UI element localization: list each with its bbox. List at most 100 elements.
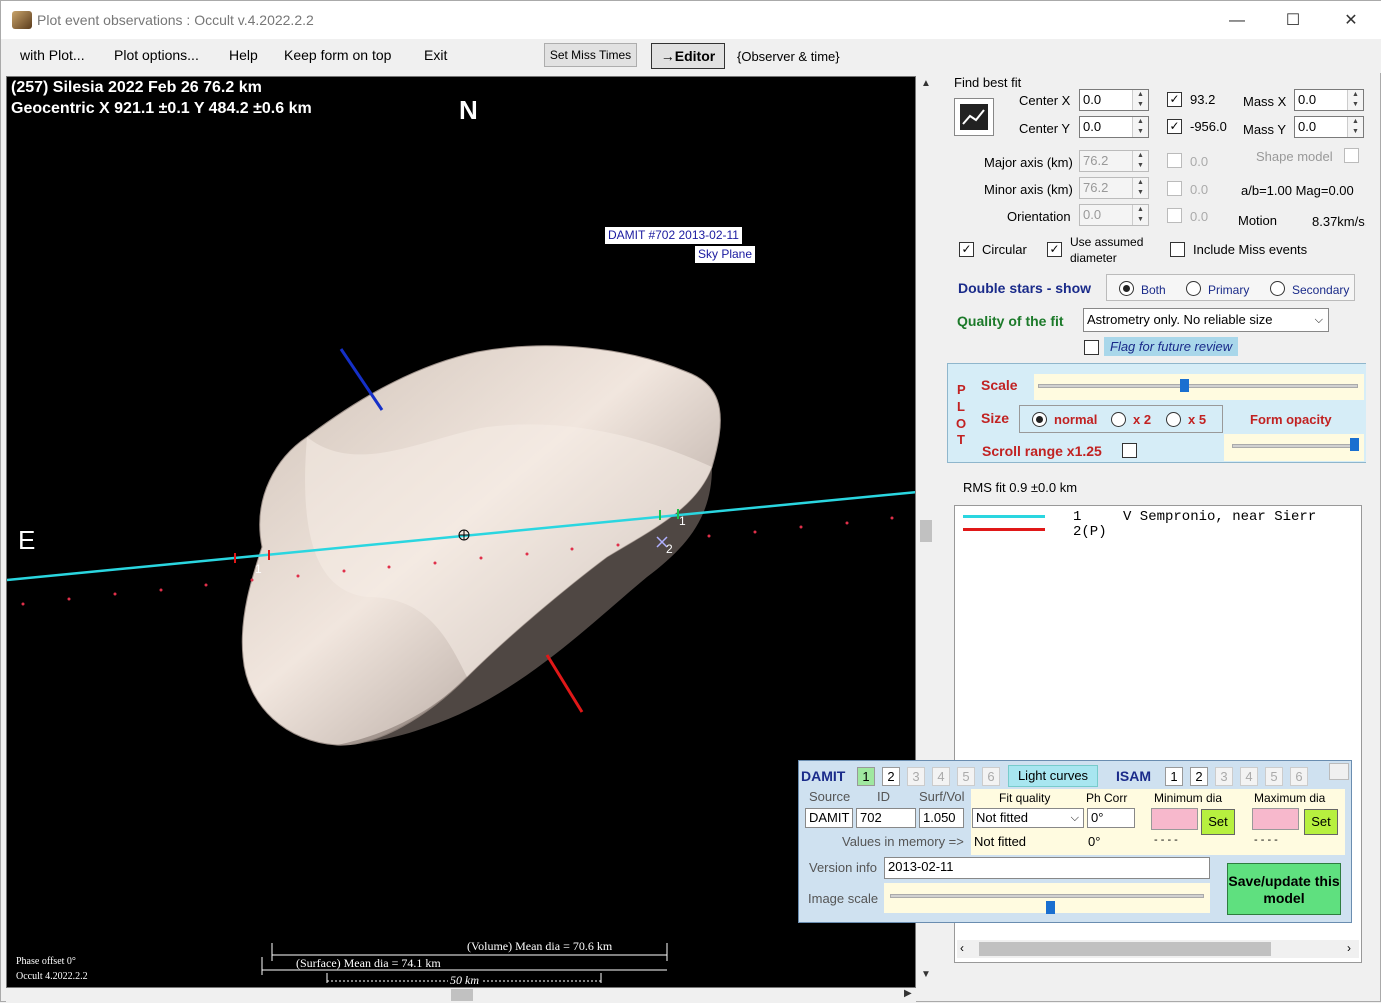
version-info-field[interactable]: 2013-02-11 bbox=[884, 857, 1210, 879]
editor-button[interactable]: →Editor bbox=[651, 43, 725, 69]
volume-dia-label: (Volume) Mean dia = 70.6 km bbox=[467, 939, 613, 953]
damit-model-6[interactable]: 6 bbox=[982, 767, 1000, 786]
spin-arrows-icon[interactable]: ▲ ▼ bbox=[1132, 90, 1148, 110]
save-update-model-button[interactable]: Save/update this model bbox=[1227, 863, 1341, 915]
scroll-right-icon[interactable]: › bbox=[1347, 941, 1351, 955]
surface-dia-label: (Surface) Mean dia = 74.1 km bbox=[296, 956, 441, 970]
menu-plot-options[interactable]: Plot options... bbox=[114, 47, 199, 63]
isam-model-2[interactable]: 2 bbox=[1190, 767, 1208, 786]
observer-time-link[interactable]: {Observer & time} bbox=[737, 49, 840, 64]
radio-secondary[interactable] bbox=[1270, 281, 1285, 296]
list-scroll-thumb[interactable] bbox=[979, 942, 1271, 956]
plot-horizontal-scrollbar[interactable]: ▶ bbox=[6, 988, 916, 1003]
major-axis-input[interactable]: 76.2 ▲ ▼ bbox=[1079, 150, 1149, 172]
use-assumed-label-2: diameter bbox=[1070, 251, 1117, 265]
ph-corr-field[interactable]: 0° bbox=[1087, 808, 1135, 828]
isam-model-3[interactable]: 3 bbox=[1215, 767, 1233, 786]
scroll-down-icon[interactable]: ▼ bbox=[921, 969, 931, 980]
radio-normal-label: normal bbox=[1054, 412, 1098, 427]
isam-model-1[interactable]: 1 bbox=[1165, 767, 1183, 786]
spin-arrows-icon[interactable]: ▲ ▼ bbox=[1347, 90, 1363, 110]
opacity-slider-thumb[interactable] bbox=[1350, 438, 1359, 451]
isam-model-4[interactable]: 4 bbox=[1240, 767, 1258, 786]
image-scale-thumb[interactable] bbox=[1046, 901, 1055, 914]
major-fit-checkbox[interactable] bbox=[1167, 153, 1182, 168]
minimize-button[interactable]: — bbox=[1214, 7, 1260, 35]
fit-quality-select[interactable]: Not fitted ⌵ bbox=[972, 808, 1084, 828]
hscroll-thumb[interactable] bbox=[451, 989, 473, 1001]
spin-arrows-icon[interactable]: ▲ ▼ bbox=[1132, 205, 1148, 225]
scroll-left-icon[interactable]: ‹ bbox=[960, 941, 964, 955]
quality-select[interactable]: Astrometry only. No reliable size ⌵ bbox=[1083, 308, 1329, 332]
close-button[interactable]: ✕ bbox=[1328, 7, 1374, 35]
damit-model-4[interactable]: 4 bbox=[932, 767, 950, 786]
include-miss-label: Include Miss events bbox=[1193, 242, 1308, 257]
menu-help[interactable]: Help bbox=[229, 47, 258, 63]
set-min-dia-button[interactable]: Set bbox=[1201, 809, 1235, 835]
fit-quality-value: Not fitted bbox=[976, 810, 1029, 825]
radio-x5[interactable] bbox=[1166, 412, 1181, 427]
orient-fit-checkbox[interactable] bbox=[1167, 208, 1182, 223]
spin-arrows-icon[interactable]: ▲ ▼ bbox=[1132, 117, 1148, 137]
set-max-dia-button[interactable]: Set bbox=[1304, 809, 1338, 835]
circular-checkbox[interactable]: ✓ bbox=[959, 242, 974, 257]
mass-x-value: 0.0 bbox=[1298, 92, 1317, 107]
observer-row-2-num[interactable]: 2(P) bbox=[1073, 524, 1107, 540]
form-opacity-slider[interactable] bbox=[1224, 434, 1364, 461]
scroll-up-icon[interactable]: ▲ bbox=[921, 78, 931, 89]
min-dia-field[interactable] bbox=[1151, 808, 1198, 830]
image-scale-slider[interactable] bbox=[884, 883, 1210, 914]
scale-slider-thumb[interactable] bbox=[1180, 379, 1189, 392]
menu-exit[interactable]: Exit bbox=[424, 47, 447, 63]
scroll-thumb[interactable] bbox=[920, 520, 932, 542]
mass-y-input[interactable]: 0.0 ▲ ▼ bbox=[1294, 116, 1364, 138]
major-axis-value: 76.2 bbox=[1083, 153, 1109, 168]
light-curves-button[interactable]: Light curves bbox=[1008, 765, 1098, 787]
isam-model-6[interactable]: 6 bbox=[1290, 767, 1308, 786]
shape-model-checkbox[interactable] bbox=[1344, 148, 1359, 163]
scale-slider[interactable] bbox=[1034, 374, 1364, 400]
center-x-value: 0.0 bbox=[1083, 92, 1102, 107]
find-best-fit-button[interactable] bbox=[954, 98, 994, 136]
radio-both[interactable] bbox=[1119, 281, 1134, 296]
damit-model-2[interactable]: 2 bbox=[882, 767, 900, 786]
mass-x-input[interactable]: 0.0 ▲ ▼ bbox=[1294, 89, 1364, 111]
spin-arrows-icon[interactable]: ▲ ▼ bbox=[1347, 117, 1363, 137]
damit-panel-close-button[interactable] bbox=[1329, 763, 1349, 780]
right-panel-scrollbar[interactable] bbox=[1366, 76, 1380, 988]
menu-keep-on-top[interactable]: Keep form on top bbox=[284, 47, 391, 63]
radio-x2[interactable] bbox=[1111, 412, 1126, 427]
orientation-input[interactable]: 0.0 ▲ ▼ bbox=[1079, 204, 1149, 226]
isam-model-5[interactable]: 5 bbox=[1265, 767, 1283, 786]
max-dia-field[interactable] bbox=[1252, 808, 1299, 830]
set-miss-times-button[interactable]: Set Miss Times bbox=[544, 43, 637, 67]
damit-model-1[interactable]: 1 bbox=[857, 767, 875, 786]
minor-axis-input[interactable]: 76.2 ▲ ▼ bbox=[1079, 177, 1149, 199]
spin-arrows-icon[interactable]: ▲ ▼ bbox=[1132, 151, 1148, 171]
use-assumed-checkbox[interactable]: ✓ bbox=[1047, 242, 1062, 257]
radio-normal[interactable] bbox=[1032, 412, 1047, 427]
list-horizontal-scrollbar[interactable]: ‹ › bbox=[957, 940, 1359, 958]
scroll-range-checkbox[interactable] bbox=[1122, 443, 1137, 458]
menu-with-plot[interactable]: with Plot... bbox=[20, 47, 85, 63]
checkbox-956[interactable]: ✓ bbox=[1167, 119, 1182, 134]
checkbox-93[interactable]: ✓ bbox=[1167, 92, 1182, 107]
flag-review-checkbox[interactable] bbox=[1084, 340, 1099, 355]
observer-row-1-num[interactable]: 1 bbox=[1073, 509, 1081, 525]
radio-primary[interactable] bbox=[1186, 281, 1201, 296]
plot-canvas[interactable]: (257) Silesia 2022 Feb 26 76.2 km Geocen… bbox=[6, 76, 916, 988]
center-x-input[interactable]: 0.0 ▲ ▼ bbox=[1079, 89, 1149, 111]
observer-row-1-text[interactable]: V Sempronio, near Sierr bbox=[1123, 509, 1316, 525]
maximize-button[interactable]: ☐ bbox=[1270, 7, 1316, 35]
damit-model-5[interactable]: 5 bbox=[957, 767, 975, 786]
spin-arrows-icon[interactable]: ▲ ▼ bbox=[1132, 178, 1148, 198]
damit-model-3[interactable]: 3 bbox=[907, 767, 925, 786]
id-header: ID bbox=[877, 789, 890, 804]
scale-slider-track bbox=[1038, 384, 1358, 388]
minor-fit-checkbox[interactable] bbox=[1167, 181, 1182, 196]
include-miss-checkbox[interactable] bbox=[1170, 242, 1185, 257]
radio-x2-label: x 2 bbox=[1133, 412, 1152, 427]
scroll-right-icon[interactable]: ▶ bbox=[904, 988, 912, 999]
center-y-input[interactable]: 0.0 ▲ ▼ bbox=[1079, 116, 1149, 138]
plot-settings-panel: P L O T Scale Size normal x 2 x 5 Form o… bbox=[947, 363, 1369, 463]
